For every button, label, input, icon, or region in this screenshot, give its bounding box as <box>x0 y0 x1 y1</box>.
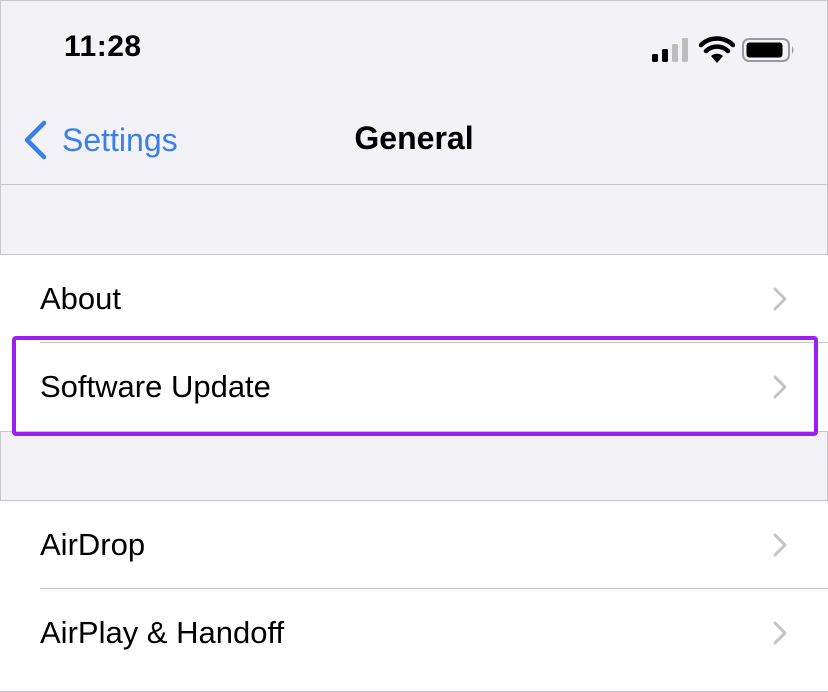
status-bar: 11:28 <box>0 0 828 100</box>
settings-row-airdrop[interactable]: AirDrop <box>0 501 828 589</box>
row-label: About <box>40 281 122 316</box>
chevron-right-icon <box>773 621 787 645</box>
battery-icon <box>742 38 794 62</box>
navigation-bar: Settings General <box>0 100 828 185</box>
row-label: Software Update <box>40 369 271 404</box>
row-label: AirDrop <box>40 527 146 562</box>
signal-icon <box>652 38 688 62</box>
settings-row-airplay-handoff[interactable]: AirPlay & Handoff <box>0 589 828 677</box>
settings-row-about[interactable]: About <box>0 255 828 343</box>
chevron-right-icon <box>773 375 787 399</box>
settings-group-1: About Software Update <box>0 254 828 432</box>
page-title: General <box>354 120 474 156</box>
chevron-right-icon <box>773 533 787 557</box>
wifi-icon <box>699 36 735 63</box>
settings-group-2: AirDrop AirPlay & Handoff <box>0 500 828 692</box>
settings-row-software-update[interactable]: Software Update <box>0 343 828 431</box>
row-label: AirPlay & Handoff <box>40 615 285 650</box>
chevron-right-icon <box>773 287 787 311</box>
status-time: 11:28 <box>64 30 142 63</box>
